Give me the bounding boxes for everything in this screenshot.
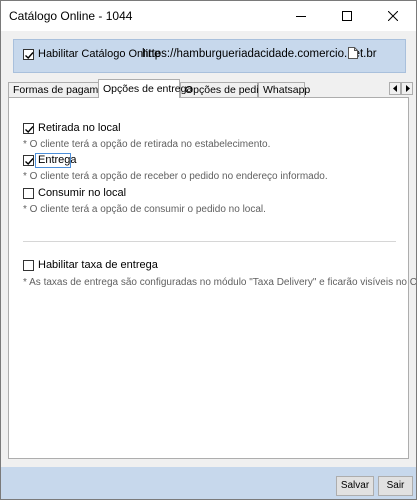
maximize-button[interactable] bbox=[324, 1, 370, 31]
tab-delivery-options[interactable]: Opções de entrega bbox=[98, 79, 192, 98]
title-bar: Catálogo Online - 1044 bbox=[1, 1, 416, 31]
maximize-icon bbox=[342, 11, 352, 21]
copy-icon bbox=[348, 47, 358, 59]
close-button[interactable] bbox=[370, 1, 416, 31]
delivery-fee-label[interactable]: Habilitar taxa de entrega bbox=[38, 259, 158, 271]
tab-scroll-right-button[interactable] bbox=[401, 82, 413, 95]
tab-payment-methods[interactable]: Formas de pagamento bbox=[8, 82, 119, 97]
dine-in-label[interactable]: Consumir no local bbox=[38, 187, 126, 199]
pickup-label[interactable]: Retirada no local bbox=[38, 122, 121, 134]
tab-scroll-left-button[interactable] bbox=[389, 82, 401, 95]
minimize-icon bbox=[296, 16, 306, 17]
arrow-left-icon bbox=[392, 85, 397, 92]
delivery-fee-note: * As taxas de entrega são configuradas n… bbox=[23, 277, 417, 288]
delivery-fee-checkbox[interactable] bbox=[23, 260, 34, 271]
exit-button[interactable]: Sair bbox=[378, 476, 413, 496]
checkmark-icon bbox=[25, 126, 34, 134]
enable-catalog-checkbox[interactable] bbox=[23, 49, 34, 60]
catalog-window: Catálogo Online - 1044 Habilitar Catálog… bbox=[0, 0, 417, 500]
delivery-note: * O cliente terá a opção de receber o pe… bbox=[23, 171, 328, 182]
delivery-checkbox[interactable] bbox=[23, 155, 34, 166]
dine-in-checkbox[interactable] bbox=[23, 188, 34, 199]
window-title: Catálogo Online - 1044 bbox=[9, 9, 133, 23]
close-icon bbox=[388, 11, 398, 21]
save-button[interactable]: Salvar bbox=[336, 476, 374, 496]
checkmark-icon bbox=[25, 158, 34, 166]
delivery-label[interactable]: Entrega bbox=[38, 154, 77, 166]
dine-in-note: * O cliente terá a opção de consumir o p… bbox=[23, 204, 266, 215]
checkmark-icon bbox=[25, 52, 34, 60]
minimize-button[interactable] bbox=[278, 1, 324, 31]
copy-url-button[interactable] bbox=[347, 46, 359, 63]
pickup-checkbox[interactable] bbox=[23, 123, 34, 134]
catalog-url[interactable]: https://hamburgueriadacidade.comercio.ne… bbox=[142, 48, 377, 60]
arrow-right-icon bbox=[405, 85, 410, 92]
tab-whatsapp[interactable]: Whatsapp bbox=[258, 82, 310, 97]
section-divider bbox=[23, 241, 396, 242]
pickup-note: * O cliente terá a opção de retirada no … bbox=[23, 139, 271, 150]
